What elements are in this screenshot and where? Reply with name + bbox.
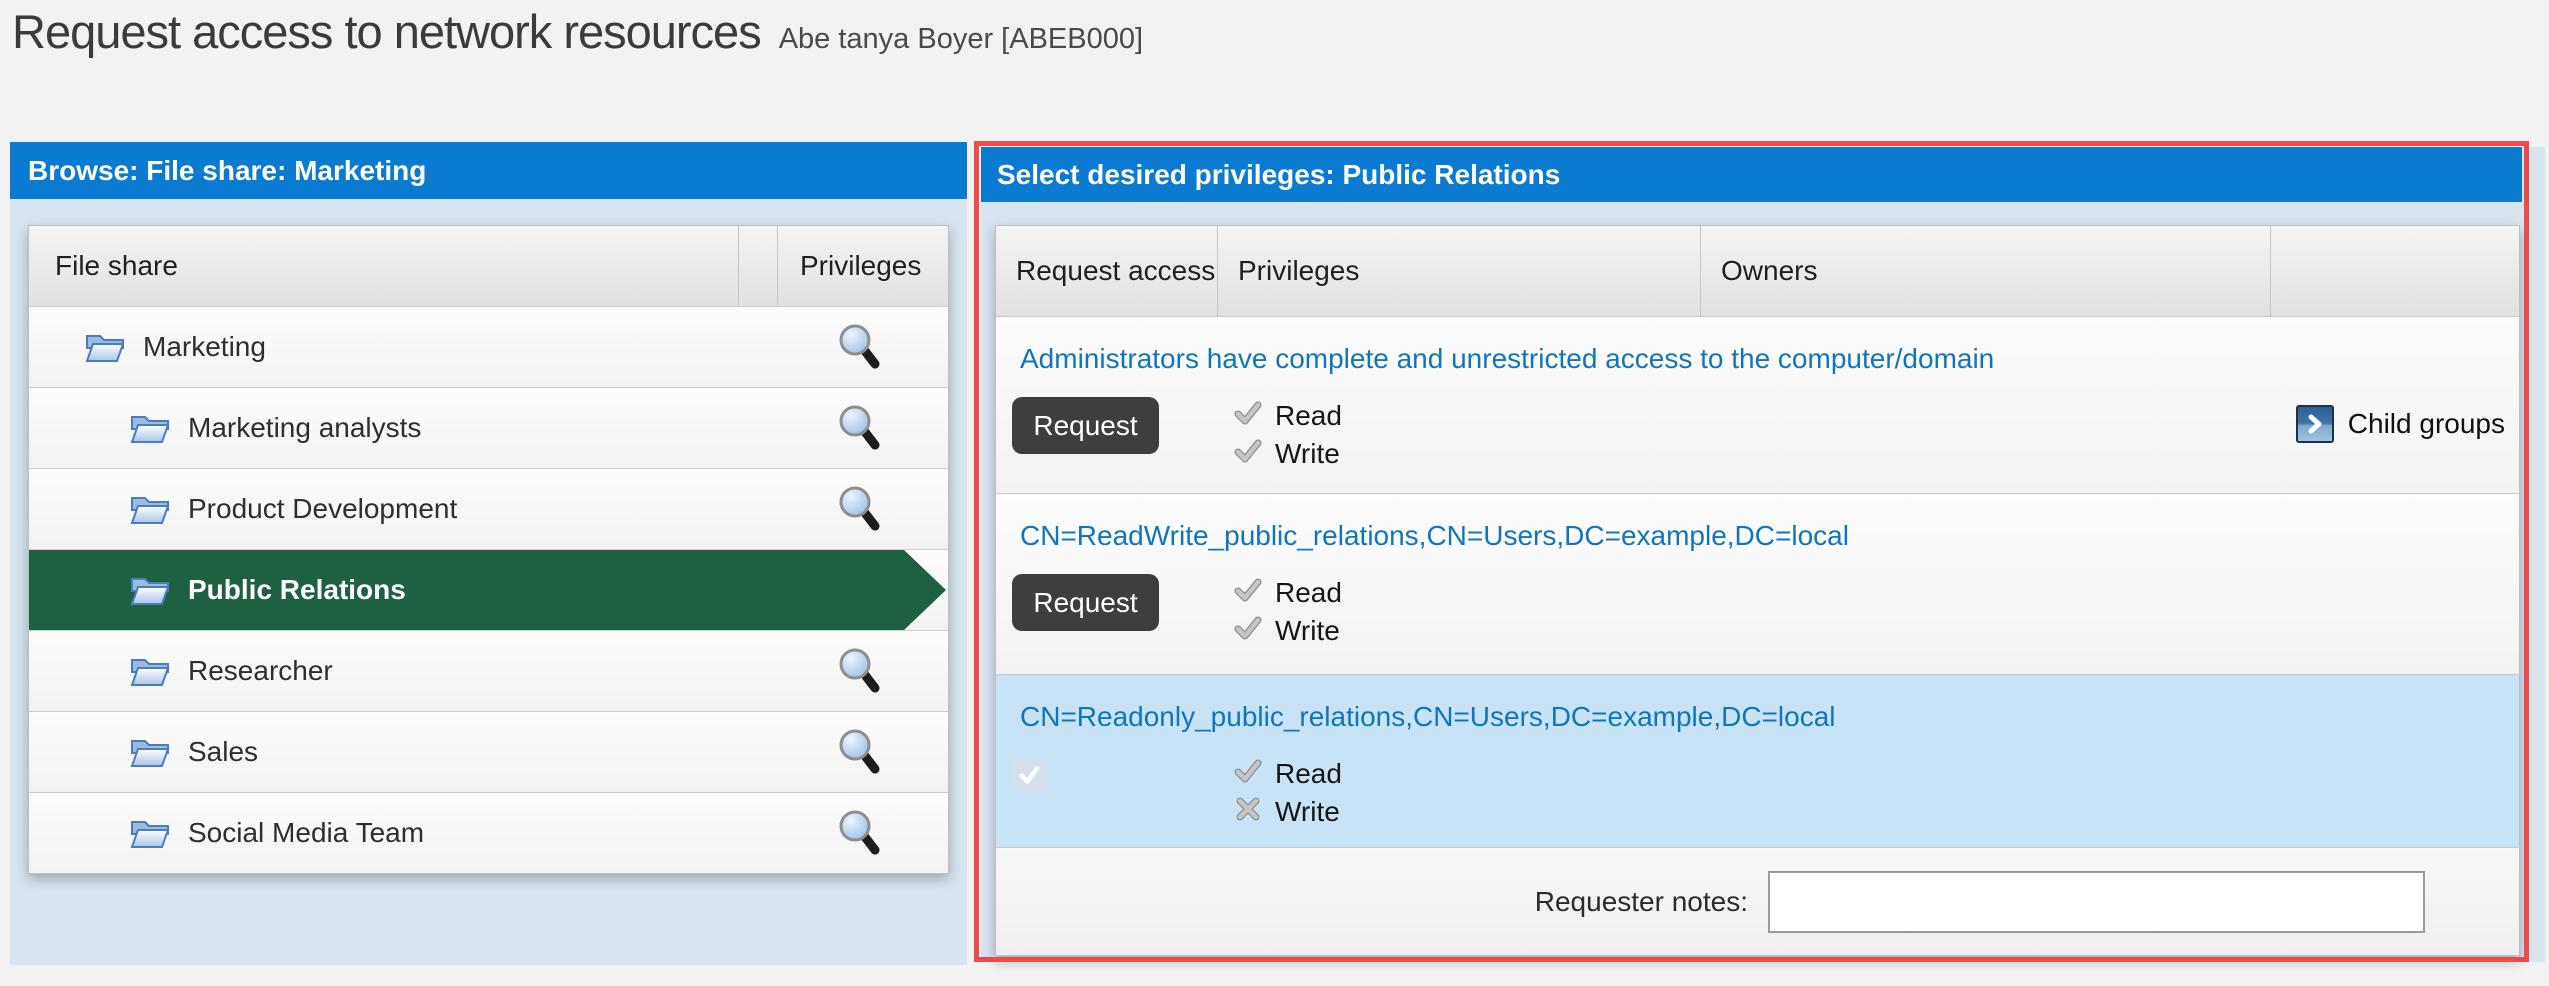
tree-row-product-development[interactable]: Product Development (29, 468, 948, 549)
tree-row-sales[interactable]: Sales (29, 711, 948, 792)
privilege-label: Write (1275, 796, 1340, 828)
privileges-table: Request access Privileges Owners Adminis… (995, 225, 2520, 956)
group-link[interactable]: CN=Readonly_public_relations,CN=Users,DC… (1020, 701, 2519, 733)
privilege-write: Write (1233, 612, 1342, 650)
privilege-label: Read (1275, 577, 1342, 609)
folder-icon (129, 816, 171, 850)
privilege-read: Read (1233, 397, 1342, 435)
request-button[interactable]: Request (1012, 574, 1159, 631)
privilege-read: Read (1233, 574, 1342, 612)
check-badge-icon[interactable] (1012, 758, 1046, 792)
column-header-file-share: File share (29, 226, 739, 306)
group-row-readwrite: CN=ReadWrite_public_relations,CN=Users,D… (996, 493, 2519, 674)
privilege-write-denied: Write (1233, 793, 1342, 831)
magnifier-icon[interactable] (835, 808, 881, 861)
privilege-label: Write (1275, 438, 1340, 470)
browse-panel-header: Browse: File share: Marketing (10, 142, 967, 199)
page-title: Request access to network resources (12, 4, 761, 59)
group-link[interactable]: Administrators have complete and unrestr… (1020, 343, 2519, 375)
privilege-list: Read Write (1233, 397, 1342, 473)
file-share-table: File share Privileges Marketing Marketin… (28, 225, 949, 874)
magnifier-icon[interactable] (835, 646, 881, 699)
column-header-privileges: Privileges (778, 226, 948, 306)
tree-row-label: Product Development (188, 493, 457, 525)
column-header-request-access: Request access (996, 226, 1218, 316)
group-row-administrators: Administrators have complete and unrestr… (996, 316, 2519, 493)
privilege-list: Read Write (1233, 755, 1342, 831)
tree-row-researcher[interactable]: Researcher (29, 630, 948, 711)
magnifier-icon[interactable] (835, 322, 881, 375)
folder-icon (129, 654, 171, 688)
group-action-row: Read Write (996, 755, 2519, 845)
tree-row-label: Sales (188, 736, 258, 768)
browse-panel: Browse: File share: Marketing File share… (10, 142, 967, 965)
requester-notes-row: Requester notes: (996, 847, 2519, 955)
privileges-table-header: Request access Privileges Owners (996, 226, 2519, 316)
tree-row-label: Public Relations (188, 574, 406, 606)
column-header-privileges: Privileges (1218, 226, 1701, 316)
privilege-write: Write (1233, 435, 1342, 473)
column-header-empty (2271, 226, 2519, 316)
tree-row-label: Researcher (188, 655, 333, 687)
file-share-table-header: File share Privileges (29, 226, 948, 306)
group-action-row: Request Read Write Child groups (996, 397, 2519, 487)
folder-icon (84, 330, 126, 364)
magnifier-icon[interactable] (835, 727, 881, 780)
tree-row-public-relations-selected[interactable]: Public Relations (29, 549, 948, 630)
current-user-label: Abe tanya Boyer [ABEB000] (779, 23, 1143, 56)
folder-icon (129, 492, 171, 526)
folder-icon (129, 573, 171, 607)
privileges-panel-header: Select desired privileges: Public Relati… (981, 147, 2522, 202)
column-header-spacer (739, 226, 778, 306)
magnifier-icon[interactable] (835, 403, 881, 456)
group-action-row: Request Read Write (996, 574, 2519, 664)
privileges-panel: Select desired privileges: Public Relati… (981, 147, 2545, 962)
child-groups-label: Child groups (2348, 408, 2505, 440)
chevron-right-icon[interactable] (2296, 405, 2334, 443)
privilege-read: Read (1233, 755, 1342, 793)
group-row-readonly-selected: CN=Readonly_public_relations,CN=Users,DC… (996, 674, 2519, 847)
folder-icon (129, 411, 171, 445)
privilege-list: Read Write (1233, 574, 1342, 650)
tree-row-label: Marketing (143, 331, 266, 363)
requester-notes-label: Requester notes: (996, 886, 1748, 918)
folder-icon (129, 735, 171, 769)
check-icon (1233, 398, 1263, 435)
page-title-row: Request access to network resources Abe … (12, 4, 1143, 59)
requester-notes-input[interactable] (1768, 871, 2425, 933)
request-button[interactable]: Request (1012, 397, 1159, 454)
cross-icon (1233, 794, 1263, 831)
privilege-label: Read (1275, 400, 1342, 432)
check-icon (1233, 575, 1263, 612)
group-link[interactable]: CN=ReadWrite_public_relations,CN=Users,D… (1020, 520, 2519, 552)
check-icon (1233, 436, 1263, 473)
tree-row-label: Social Media Team (188, 817, 424, 849)
tree-row-marketing-analysts[interactable]: Marketing analysts (29, 387, 948, 468)
tree-row-label: Marketing analysts (188, 412, 421, 444)
column-header-owners: Owners (1701, 226, 2271, 316)
child-groups-control[interactable]: Child groups (2296, 405, 2505, 443)
magnifier-icon[interactable] (835, 484, 881, 537)
check-icon (1233, 756, 1263, 793)
tree-row-social-media-team[interactable]: Social Media Team (29, 792, 948, 873)
tree-row-marketing[interactable]: Marketing (29, 306, 948, 387)
privilege-label: Write (1275, 615, 1340, 647)
check-icon (1233, 613, 1263, 650)
privilege-label: Read (1275, 758, 1342, 790)
